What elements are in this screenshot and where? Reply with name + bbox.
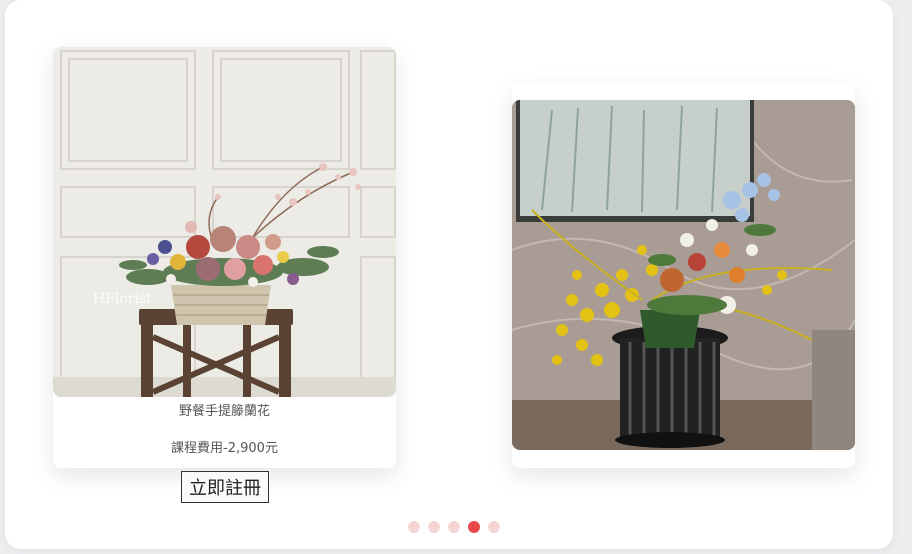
carousel-pagination	[408, 521, 500, 533]
course-title: 野餐手提籐蘭花	[178, 404, 270, 419]
carousel-dot-active[interactable]	[468, 521, 480, 533]
course-card[interactable]: HFlorist 野餐手提籐蘭花 課程費用-2,900元	[53, 47, 396, 468]
course-card[interactable]	[512, 83, 855, 468]
carousel-dot[interactable]	[448, 521, 460, 533]
course-price: 課程費用-2,900元	[171, 441, 278, 456]
carousel-panel: HFlorist 野餐手提籐蘭花 課程費用-2,900元 立即註冊	[5, 0, 893, 549]
course-image-orchid[interactable]	[512, 100, 855, 450]
carousel-dot[interactable]	[428, 521, 440, 533]
course-image-basket[interactable]: HFlorist	[53, 47, 396, 397]
orchid-arrangement-photo	[512, 100, 855, 450]
carousel-dot[interactable]	[488, 521, 500, 533]
hflorist-logo: HFlorist	[93, 291, 152, 307]
carousel-dot[interactable]	[408, 521, 420, 533]
basket-arrangement-photo: HFlorist	[53, 47, 396, 397]
register-button[interactable]: 立即註冊	[181, 471, 269, 503]
